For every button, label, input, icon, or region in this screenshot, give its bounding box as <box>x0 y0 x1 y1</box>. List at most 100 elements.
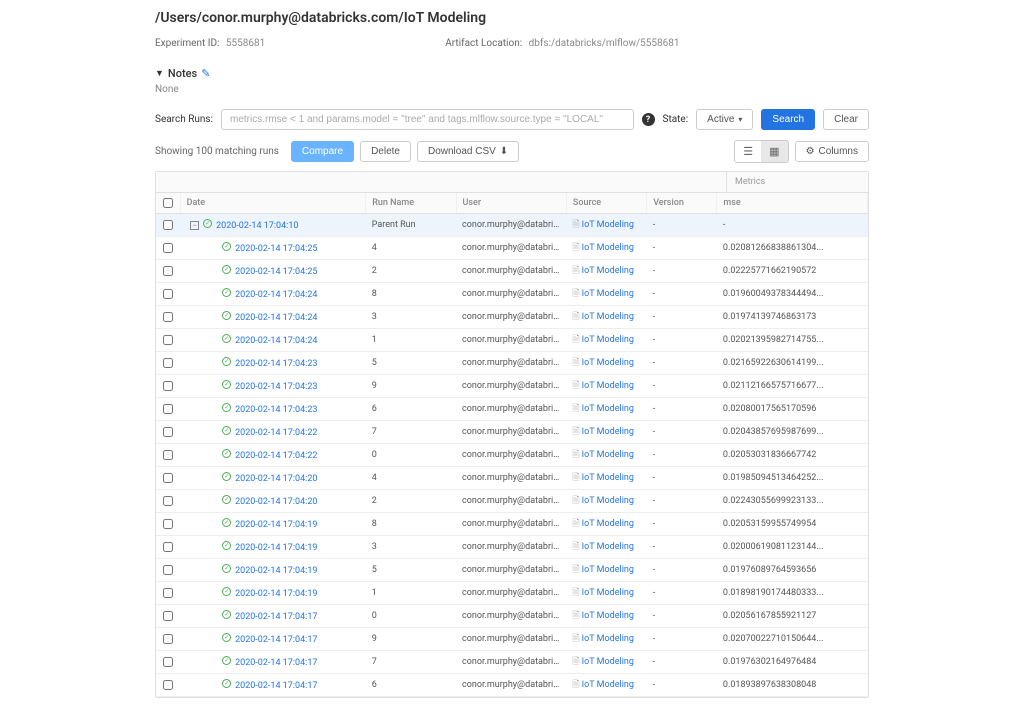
view-mode-toggle[interactable]: ☰ ▦ <box>734 140 788 163</box>
table-row[interactable]: 2020-02-14 17:04:239conor.murphy@databri… <box>156 375 868 398</box>
table-row[interactable]: 2020-02-14 17:04:202conor.murphy@databri… <box>156 490 868 513</box>
date-cell[interactable]: 2020-02-14 17:04:19 <box>180 559 366 582</box>
table-row[interactable]: 2020-02-14 17:04:198conor.murphy@databri… <box>156 513 868 536</box>
table-row[interactable]: 2020-02-14 17:04:241conor.murphy@databri… <box>156 329 868 352</box>
source-link[interactable]: IoT Modeling <box>582 565 634 575</box>
source-cell[interactable]: 🗎IoT Modeling <box>566 283 646 306</box>
run-date-link[interactable]: 2020-02-14 17:04:19 <box>235 520 317 530</box>
row-checkbox-cell[interactable] <box>156 582 180 605</box>
date-cell[interactable]: 2020-02-14 17:04:17 <box>180 605 366 628</box>
date-cell[interactable]: −2020-02-14 17:04:10 <box>180 214 366 237</box>
run-date-link[interactable]: 2020-02-14 17:04:24 <box>235 290 317 300</box>
row-checkbox-cell[interactable] <box>156 651 180 674</box>
source-link[interactable]: IoT Modeling <box>582 519 634 529</box>
run-date-link[interactable]: 2020-02-14 17:04:17 <box>235 681 317 691</box>
run-date-link[interactable]: 2020-02-14 17:04:23 <box>235 405 317 415</box>
source-link[interactable]: IoT Modeling <box>582 289 634 299</box>
source-cell[interactable]: 🗎IoT Modeling <box>566 214 646 237</box>
row-checkbox-cell[interactable] <box>156 536 180 559</box>
table-row[interactable]: 2020-02-14 17:04:177conor.murphy@databri… <box>156 651 868 674</box>
row-checkbox-cell[interactable] <box>156 559 180 582</box>
date-cell[interactable]: 2020-02-14 17:04:19 <box>180 536 366 559</box>
date-cell[interactable]: 2020-02-14 17:04:24 <box>180 329 366 352</box>
run-date-link[interactable]: 2020-02-14 17:04:23 <box>235 382 317 392</box>
grid-view-button[interactable]: ▦ <box>761 141 787 162</box>
help-icon[interactable]: ? <box>642 113 655 126</box>
row-checkbox-cell[interactable] <box>156 352 180 375</box>
source-link[interactable]: IoT Modeling <box>582 266 634 276</box>
run-date-link[interactable]: 2020-02-14 17:04:24 <box>235 336 317 346</box>
date-cell[interactable]: 2020-02-14 17:04:20 <box>180 490 366 513</box>
header-date[interactable]: Date <box>180 193 366 214</box>
source-cell[interactable]: 🗎IoT Modeling <box>566 329 646 352</box>
header-run-name[interactable]: Run Name <box>366 193 456 214</box>
run-date-link[interactable]: 2020-02-14 17:04:19 <box>235 589 317 599</box>
run-date-link[interactable]: 2020-02-14 17:04:19 <box>235 543 317 553</box>
edit-icon[interactable]: ✎ <box>201 67 210 80</box>
header-source[interactable]: Source <box>566 193 646 214</box>
clear-button[interactable]: Clear <box>823 109 869 130</box>
source-cell[interactable]: 🗎IoT Modeling <box>566 467 646 490</box>
search-input[interactable] <box>221 109 634 130</box>
row-checkbox-cell[interactable] <box>156 214 180 237</box>
source-link[interactable]: IoT Modeling <box>582 404 634 414</box>
download-csv-button[interactable]: Download CSV ⬇ <box>417 141 519 162</box>
row-checkbox-cell[interactable] <box>156 674 180 697</box>
source-cell[interactable]: 🗎IoT Modeling <box>566 237 646 260</box>
header-user[interactable]: User <box>456 193 566 214</box>
source-link[interactable]: IoT Modeling <box>582 427 634 437</box>
row-checkbox-cell[interactable] <box>156 306 180 329</box>
source-link[interactable]: IoT Modeling <box>582 381 634 391</box>
date-cell[interactable]: 2020-02-14 17:04:17 <box>180 628 366 651</box>
source-link[interactable]: IoT Modeling <box>582 243 634 253</box>
source-cell[interactable]: 🗎IoT Modeling <box>566 559 646 582</box>
source-cell[interactable]: 🗎IoT Modeling <box>566 536 646 559</box>
source-link[interactable]: IoT Modeling <box>582 657 634 667</box>
source-link[interactable]: IoT Modeling <box>582 680 634 690</box>
run-date-link[interactable]: 2020-02-14 17:04:17 <box>235 658 317 668</box>
row-checkbox-cell[interactable] <box>156 283 180 306</box>
source-link[interactable]: IoT Modeling <box>582 312 634 322</box>
source-cell[interactable]: 🗎IoT Modeling <box>566 513 646 536</box>
source-link[interactable]: IoT Modeling <box>582 496 634 506</box>
run-date-link[interactable]: 2020-02-14 17:04:20 <box>235 497 317 507</box>
source-link[interactable]: IoT Modeling <box>582 450 634 460</box>
row-checkbox-cell[interactable] <box>156 467 180 490</box>
date-cell[interactable]: 2020-02-14 17:04:23 <box>180 398 366 421</box>
row-checkbox-cell[interactable] <box>156 329 180 352</box>
row-checkbox-cell[interactable] <box>156 513 180 536</box>
source-cell[interactable]: 🗎IoT Modeling <box>566 352 646 375</box>
table-row[interactable]: 2020-02-14 17:04:248conor.murphy@databri… <box>156 283 868 306</box>
run-date-link[interactable]: 2020-02-14 17:04:17 <box>235 612 317 622</box>
run-date-link[interactable]: 2020-02-14 17:04:17 <box>235 635 317 645</box>
source-link[interactable]: IoT Modeling <box>582 335 634 345</box>
table-row[interactable]: −2020-02-14 17:04:10Parent Runconor.murp… <box>156 214 868 237</box>
source-link[interactable]: IoT Modeling <box>582 588 634 598</box>
date-cell[interactable]: 2020-02-14 17:04:24 <box>180 283 366 306</box>
list-view-button[interactable]: ☰ <box>735 141 761 162</box>
run-date-link[interactable]: 2020-02-14 17:04:25 <box>235 267 317 277</box>
source-link[interactable]: IoT Modeling <box>582 611 634 621</box>
row-checkbox-cell[interactable] <box>156 628 180 651</box>
search-button[interactable]: Search <box>761 109 815 130</box>
table-row[interactable]: 2020-02-14 17:04:235conor.murphy@databri… <box>156 352 868 375</box>
delete-button[interactable]: Delete <box>360 141 411 162</box>
table-row[interactable]: 2020-02-14 17:04:193conor.murphy@databri… <box>156 536 868 559</box>
source-cell[interactable]: 🗎IoT Modeling <box>566 674 646 697</box>
run-date-link[interactable]: 2020-02-14 17:04:23 <box>235 359 317 369</box>
date-cell[interactable]: 2020-02-14 17:04:25 <box>180 260 366 283</box>
table-row[interactable]: 2020-02-14 17:04:220conor.murphy@databri… <box>156 444 868 467</box>
date-cell[interactable]: 2020-02-14 17:04:22 <box>180 444 366 467</box>
run-date-link[interactable]: 2020-02-14 17:04:22 <box>235 451 317 461</box>
collapse-icon[interactable]: − <box>190 221 199 230</box>
date-cell[interactable]: 2020-02-14 17:04:23 <box>180 375 366 398</box>
source-cell[interactable]: 🗎IoT Modeling <box>566 490 646 513</box>
source-cell[interactable]: 🗎IoT Modeling <box>566 605 646 628</box>
date-cell[interactable]: 2020-02-14 17:04:25 <box>180 237 366 260</box>
date-cell[interactable]: 2020-02-14 17:04:22 <box>180 421 366 444</box>
table-row[interactable]: 2020-02-14 17:04:176conor.murphy@databri… <box>156 674 868 697</box>
compare-button[interactable]: Compare <box>291 141 354 162</box>
row-checkbox-cell[interactable] <box>156 421 180 444</box>
date-cell[interactable]: 2020-02-14 17:04:24 <box>180 306 366 329</box>
state-dropdown[interactable]: Active <box>696 109 753 130</box>
